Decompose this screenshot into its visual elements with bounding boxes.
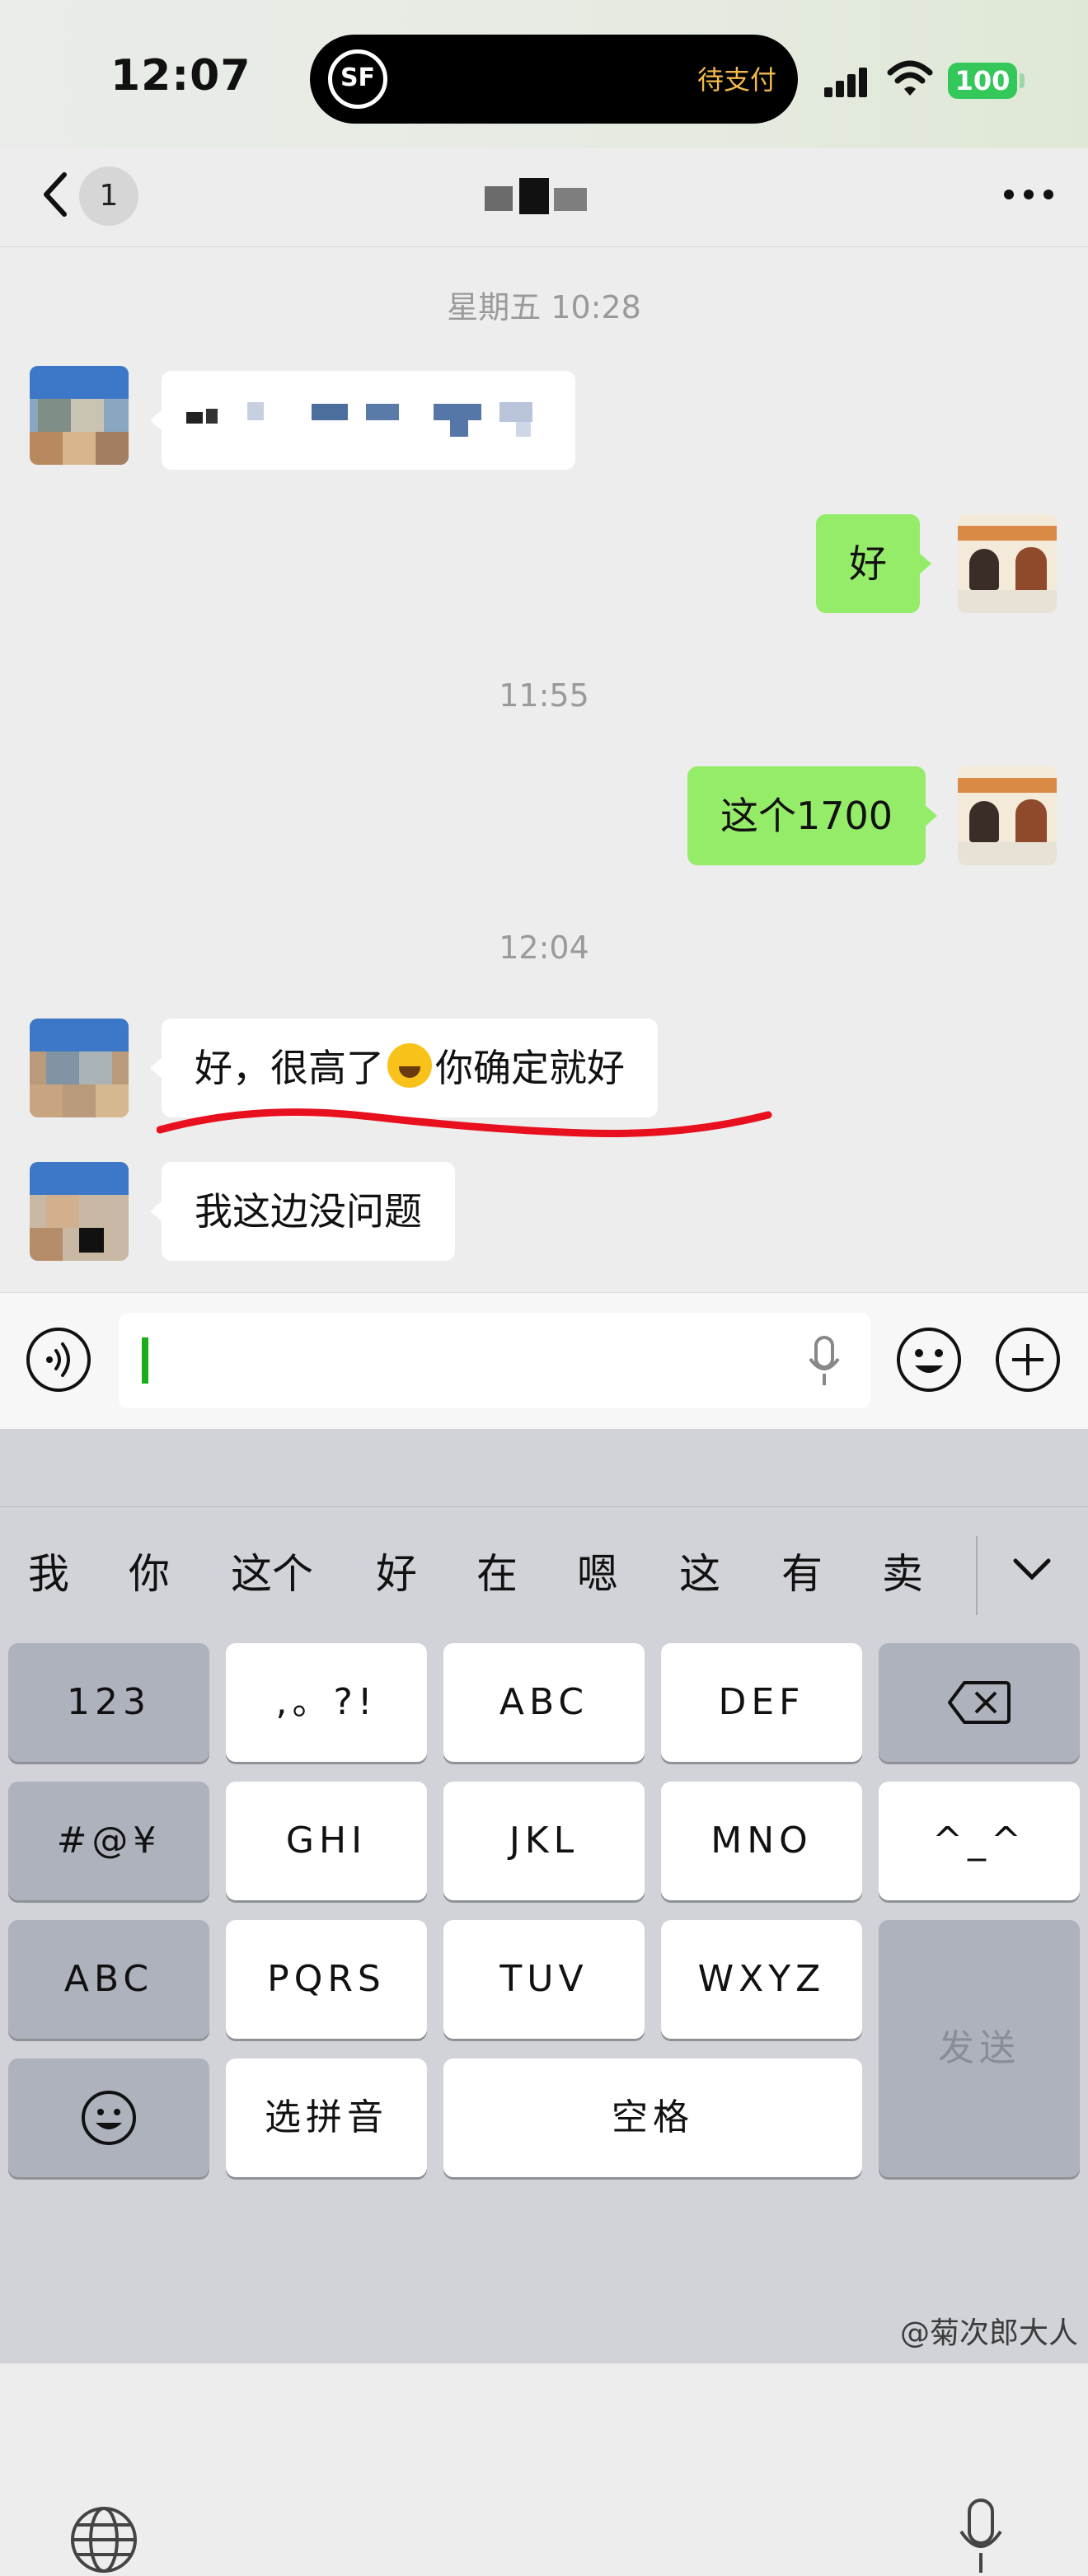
- sf-express-logo: SF: [328, 49, 387, 109]
- chevron-down-icon[interactable]: [1007, 1549, 1057, 1590]
- message-text: 我这边没问题: [195, 1189, 422, 1234]
- microphone-icon[interactable]: [808, 1336, 841, 1387]
- outgoing-message[interactable]: 这个1700: [687, 766, 938, 865]
- key-label: MNO: [710, 1820, 813, 1862]
- key-select-pinyin[interactable]: 选拼音: [226, 2058, 427, 2177]
- incoming-message[interactable]: 我这边没问题: [150, 1162, 455, 1261]
- candidate-word[interactable]: 你: [129, 1541, 170, 1600]
- key-abc[interactable]: ABC: [443, 1643, 645, 1762]
- key-mno[interactable]: MNO: [661, 1782, 862, 1900]
- candidate-word[interactable]: 嗯: [577, 1541, 618, 1600]
- ellipsis-icon[interactable]: [1004, 190, 1053, 201]
- microphone-icon[interactable]: [956, 2497, 1006, 2576]
- pinyin-keyboard: 我 你 这个 好 在 嗯 这 有 卖 123 ,。?! ABC DEF #@¥ …: [0, 1429, 1088, 2573]
- candidate-word[interactable]: 在: [476, 1541, 518, 1600]
- key-label: PQRS: [267, 1958, 386, 2000]
- voice-icon[interactable]: [25, 1326, 92, 1393]
- key-space[interactable]: 空格: [443, 2058, 862, 2177]
- redacted-text-icon: [186, 402, 532, 437]
- smiley-icon: [82, 2091, 136, 2145]
- key-kaomoji[interactable]: ^_^: [879, 1782, 1080, 1900]
- key-label: WXYZ: [697, 1958, 826, 2000]
- outgoing-message[interactable]: 好: [816, 514, 931, 613]
- send-label: 发送: [938, 2027, 1020, 2069]
- watermark: @菊次郎大人: [899, 2316, 1078, 2350]
- status-time: 12:07: [110, 51, 251, 101]
- key-label: 空格: [612, 2096, 694, 2138]
- candidate-divider: [0, 1506, 1088, 1507]
- candidate-separator: [976, 1536, 978, 1615]
- key-symbols[interactable]: #@¥: [8, 1782, 209, 1900]
- timestamp: 11:55: [499, 677, 589, 714]
- key-backspace[interactable]: [879, 1643, 1080, 1762]
- back-chevron-icon[interactable]: [35, 165, 74, 224]
- wifi-icon: [887, 60, 933, 96]
- face-with-tears-of-joy-icon: [387, 1043, 432, 1088]
- chat-title-redacted[interactable]: [462, 171, 626, 221]
- key-label: ,。?!: [275, 1681, 378, 1723]
- candidate-word[interactable]: 好: [376, 1541, 417, 1600]
- red-underline-annotation: [157, 1108, 772, 1138]
- message-text-continued: 你确定就好: [435, 1046, 625, 1090]
- message-text: 好: [849, 541, 887, 586]
- text-cursor: [142, 1337, 148, 1384]
- candidate-word[interactable]: 这个: [231, 1541, 313, 1600]
- send-button[interactable]: 发送: [879, 1920, 1080, 2177]
- self-avatar[interactable]: [958, 766, 1057, 865]
- key-ghi[interactable]: GHI: [226, 1782, 427, 1900]
- cellular-signal-icon: [824, 68, 870, 97]
- key-label: TUV: [499, 1958, 589, 2000]
- candidate-word[interactable]: 有: [781, 1541, 823, 1600]
- contact-avatar[interactable]: [30, 1162, 129, 1261]
- dynamic-island[interactable]: SF 待支付: [310, 35, 798, 124]
- battery-indicator: 100: [948, 63, 1017, 99]
- key-label: 123: [67, 1681, 151, 1723]
- key-pqrs[interactable]: PQRS: [226, 1920, 427, 2039]
- pending-payment-label: 待支付: [696, 64, 776, 96]
- key-label: #@¥: [56, 1820, 162, 1862]
- key-label: ABC: [499, 1681, 589, 1723]
- globe-icon[interactable]: [69, 2505, 138, 2574]
- key-switch-abc[interactable]: ABC: [8, 1920, 209, 2039]
- backspace-icon: [948, 1681, 1011, 1724]
- contact-avatar[interactable]: [30, 1019, 129, 1117]
- key-emoji[interactable]: [8, 2058, 209, 2177]
- key-label: ^_^: [932, 1820, 1026, 1862]
- timestamp: 12:04: [499, 930, 589, 966]
- status-bar: 12:07 SF 待支付 100: [0, 0, 1088, 148]
- self-avatar[interactable]: [958, 514, 1057, 613]
- key-punctuation[interactable]: ,。?!: [226, 1643, 427, 1762]
- message-text: 这个1700: [720, 794, 893, 838]
- contact-avatar[interactable]: [30, 366, 129, 465]
- key-label: 选拼音: [265, 2096, 388, 2138]
- unread-count-badge[interactable]: 1: [79, 166, 138, 226]
- key-label: ABC: [63, 1958, 154, 2000]
- key-wxyz[interactable]: WXYZ: [661, 1920, 862, 2039]
- plus-icon[interactable]: [994, 1326, 1062, 1393]
- key-label: JKL: [509, 1820, 579, 1862]
- candidate-word[interactable]: 我: [28, 1541, 69, 1600]
- battery-nub: [1020, 73, 1025, 88]
- message-input-bar: [0, 1292, 1088, 1429]
- key-tuv[interactable]: TUV: [443, 1920, 645, 2039]
- incoming-message-redacted[interactable]: [150, 371, 575, 470]
- key-numbers[interactable]: 123: [8, 1643, 209, 1762]
- candidate-word[interactable]: 这: [679, 1541, 720, 1600]
- redacted-title-icon: [485, 178, 587, 214]
- message-input[interactable]: [119, 1313, 870, 1408]
- chat-navbar: 1: [0, 148, 1088, 247]
- key-jkl[interactable]: JKL: [443, 1782, 645, 1900]
- smiley-icon[interactable]: [895, 1326, 963, 1393]
- key-label: GHI: [285, 1820, 368, 1862]
- key-label: DEF: [718, 1681, 805, 1723]
- key-def[interactable]: DEF: [661, 1643, 862, 1762]
- message-text: 好，很高了: [195, 1046, 384, 1090]
- candidate-word[interactable]: 卖: [882, 1541, 923, 1600]
- timestamp: 星期五 10:28: [447, 289, 641, 326]
